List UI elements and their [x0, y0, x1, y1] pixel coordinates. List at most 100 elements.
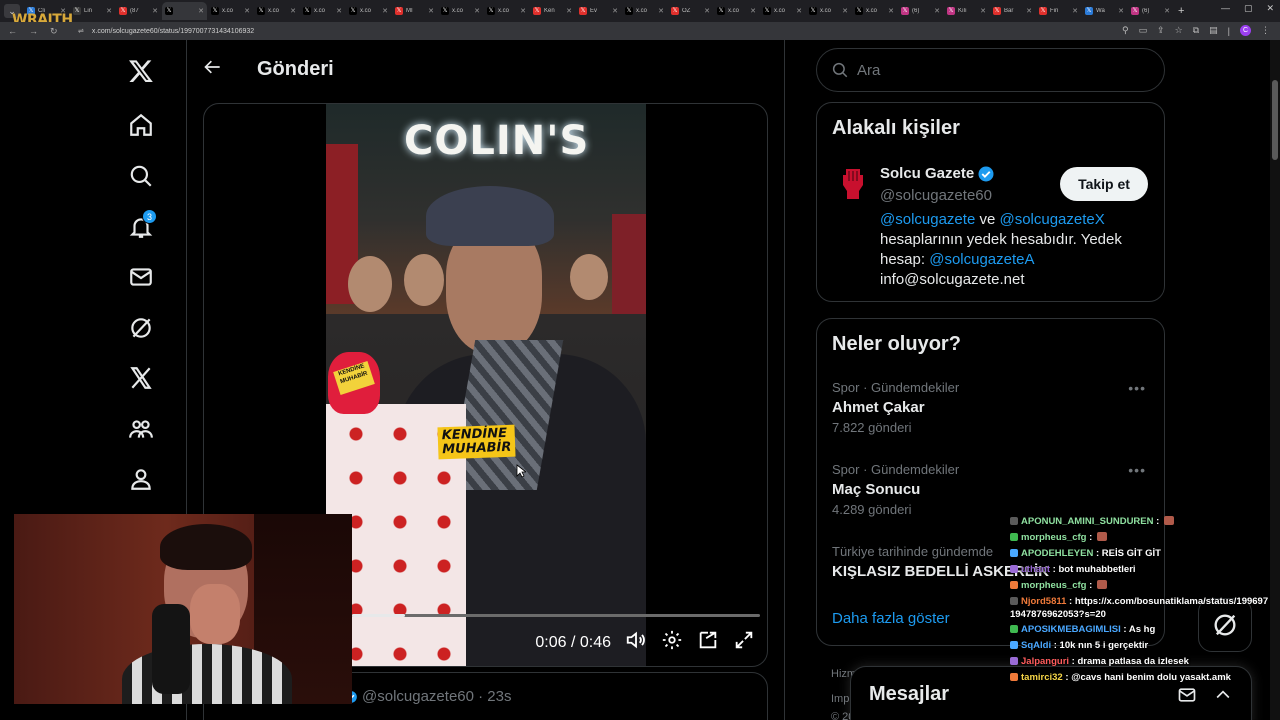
tab-close-icon[interactable]: ✕ [934, 7, 940, 15]
browser-tab[interactable]: 𝕏x.co ✕ [300, 2, 345, 20]
tab-close-icon[interactable]: ✕ [1026, 7, 1032, 15]
browser-tab[interactable]: 𝕏 (6) ✕ [1128, 2, 1173, 20]
browser-tab[interactable]: 𝕏 (87 ✕ [116, 2, 161, 20]
tab-close-icon[interactable]: ✕ [152, 7, 158, 15]
follow-button[interactable]: Takip et [1060, 167, 1148, 201]
tab-close-icon[interactable]: ✕ [520, 7, 526, 15]
picture-in-picture-icon[interactable] [697, 629, 719, 656]
back-icon[interactable]: ← [8, 26, 17, 37]
browser-tab[interactable]: 𝕏x.co ✕ [852, 2, 897, 20]
browser-tab[interactable]: 𝕏x.co ✕ [254, 2, 299, 20]
settings-gear-icon[interactable] [661, 629, 683, 656]
tab-close-icon[interactable]: ✕ [566, 7, 572, 15]
new-message-icon[interactable] [1177, 685, 1197, 705]
browser-menu-icon[interactable]: ⋮ [1261, 25, 1270, 36]
browser-tab[interactable]: 𝕏x.co ✕ [346, 2, 391, 20]
sidebar-icon[interactable]: ▤ [1209, 25, 1218, 36]
browser-tab[interactable]: 𝕏 ✕ [162, 2, 207, 20]
bio-link-solcugazetex[interactable]: @solcugazeteX [999, 211, 1104, 228]
related-person-handle[interactable]: @solcugazete60 [880, 187, 992, 204]
browser-tab[interactable]: 𝕏 Bar ✕ [990, 2, 1035, 20]
grok-icon[interactable] [124, 311, 158, 345]
cast-icon[interactable]: ▭ [1139, 25, 1148, 36]
profile-icon[interactable] [124, 462, 158, 496]
browser-tab[interactable]: 𝕏 Wa ✕ [1082, 2, 1127, 20]
home-icon[interactable] [124, 108, 158, 142]
profile-avatar[interactable]: C [1240, 25, 1251, 36]
browser-tab[interactable]: 𝕏 Kılı ✕ [944, 2, 989, 20]
browser-tab[interactable]: 𝕏x.co ✕ [438, 2, 483, 20]
fullscreen-icon[interactable] [733, 629, 755, 656]
maximize-button[interactable]: ▢ [1244, 3, 1253, 14]
tab-close-icon[interactable]: ✕ [1164, 7, 1170, 15]
browser-tab[interactable]: 𝕏x.co ✕ [714, 2, 759, 20]
tab-close-icon[interactable]: ✕ [980, 7, 986, 15]
solcu-gazete-avatar[interactable] [838, 163, 868, 203]
tab-favicon-icon: 𝕏 [395, 7, 403, 15]
browser-tab[interactable]: 𝕏 Lin ✕ [70, 2, 115, 20]
browser-tab[interactable]: 𝕏x.co ✕ [806, 2, 851, 20]
site-info-icon[interactable]: ⇌ [78, 27, 84, 35]
show-more-link[interactable]: Daha fazla göster [832, 610, 950, 627]
tab-close-icon[interactable]: ✕ [244, 7, 250, 15]
search-box[interactable] [816, 48, 1165, 92]
bio-link-solcugazete[interactable]: @solcugazete [880, 211, 975, 228]
trend-item[interactable]: Spor · Gündemdekiler Ahmet Çakar 7.822 g… [832, 380, 1150, 435]
extensions-icon[interactable]: ⧉ [1193, 25, 1199, 36]
browser-tab[interactable]: 𝕏 Ken ✕ [530, 2, 575, 20]
tab-close-icon[interactable]: ✕ [1118, 7, 1124, 15]
premium-x-icon[interactable] [124, 361, 158, 395]
more-options-icon[interactable]: ••• [1128, 462, 1146, 478]
search-input[interactable] [857, 61, 1137, 79]
zoom-icon[interactable]: ⚲ [1122, 25, 1129, 36]
reload-icon[interactable]: ↻ [50, 26, 58, 37]
video-progress-bar[interactable] [352, 614, 760, 617]
tab-close-icon[interactable]: ✕ [336, 7, 342, 15]
volume-icon[interactable] [625, 629, 647, 656]
communities-icon[interactable] [124, 412, 158, 446]
browser-tab[interactable]: 𝕏 ÖZ ✕ [668, 2, 713, 20]
video-frame[interactable]: COLIN'S KENDİNE MUHABİR KENDİNE MUHABİR [326, 104, 646, 666]
tab-close-icon[interactable]: ✕ [750, 7, 756, 15]
tab-close-icon[interactable]: ✕ [796, 7, 802, 15]
related-person-name[interactable]: Solcu Gazete [880, 165, 974, 182]
x-logo-icon[interactable] [124, 54, 158, 88]
back-arrow-icon[interactable] [187, 57, 239, 82]
tab-close-icon[interactable]: ✕ [658, 7, 664, 15]
tab-close-icon[interactable]: ✕ [106, 7, 112, 15]
minimize-button[interactable]: — [1221, 3, 1230, 14]
messages-envelope-icon[interactable] [124, 260, 158, 294]
forward-icon[interactable]: → [29, 26, 38, 37]
tab-close-icon[interactable]: ✕ [1072, 7, 1078, 15]
share-icon[interactable]: ⇪ [1157, 25, 1165, 36]
trend-item[interactable]: Spor · Gündemdekiler Maç Sonucu 4.289 gö… [832, 462, 1150, 517]
tab-close-icon[interactable]: ✕ [888, 7, 894, 15]
browser-tab[interactable]: 𝕏 Fin ✕ [1036, 2, 1081, 20]
browser-tab[interactable]: 𝕏 Mİ ✕ [392, 2, 437, 20]
tab-close-icon[interactable]: ✕ [612, 7, 618, 15]
explore-search-icon[interactable] [124, 159, 158, 193]
tab-close-icon[interactable]: ✕ [290, 7, 296, 15]
tab-close-icon[interactable]: ✕ [198, 7, 204, 15]
more-options-icon[interactable]: ••• [1128, 380, 1146, 396]
browser-tab[interactable]: 𝕏x.co ✕ [484, 2, 529, 20]
browser-tab[interactable]: 𝕏x.co ✕ [760, 2, 805, 20]
scrollbar-thumb[interactable] [1272, 80, 1278, 160]
next-tweet-handle[interactable]: @solcugazete60 · 23s [362, 688, 511, 705]
notifications-bell-icon[interactable]: 3 [124, 209, 158, 244]
bookmark-star-icon[interactable]: ☆ [1175, 25, 1183, 36]
browser-tab[interactable]: 𝕏 Ev ✕ [576, 2, 621, 20]
browser-tab[interactable]: 𝕏x.co ✕ [622, 2, 667, 20]
tab-close-icon[interactable]: ✕ [842, 7, 848, 15]
browser-tab[interactable]: 𝕏x.co ✕ [208, 2, 253, 20]
url-field[interactable]: x.com/solcugazete60/status/1997007731434… [92, 28, 254, 35]
tab-close-icon[interactable]: ✕ [428, 7, 434, 15]
browser-tab[interactable]: 𝕏 (6) ✕ [898, 2, 943, 20]
close-window-button[interactable]: ✕ [1266, 3, 1274, 14]
bio-link-solcugazetea[interactable]: @solcugazeteA [929, 251, 1034, 268]
chevron-up-icon[interactable] [1213, 685, 1233, 705]
tab-close-icon[interactable]: ✕ [382, 7, 388, 15]
tab-close-icon[interactable]: ✕ [704, 7, 710, 15]
new-tab-button[interactable]: + [1178, 5, 1184, 17]
tab-close-icon[interactable]: ✕ [474, 7, 480, 15]
